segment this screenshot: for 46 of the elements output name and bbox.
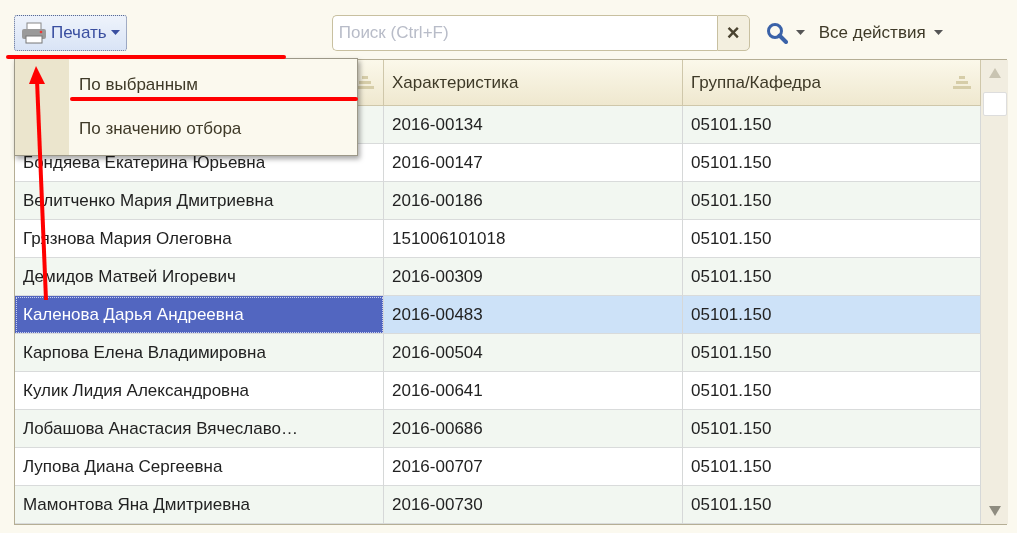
caret-icon: [933, 30, 943, 35]
table-cell: 05101.150: [683, 182, 981, 220]
table-cell: 2016-00641: [384, 372, 683, 410]
table-cell: Лупова Диана Сергеевна: [15, 448, 384, 486]
table-cell: 2016-00686: [384, 410, 683, 448]
table-cell: 05101.150: [683, 448, 981, 486]
column-header[interactable]: Группа/Кафедра: [683, 60, 981, 106]
table-cell: 2016-00504: [384, 334, 683, 372]
table-cell: 2016-00134: [384, 106, 683, 144]
table-cell: 05101.150: [683, 410, 981, 448]
sort-icon: [952, 75, 972, 90]
table-cell: 05101.150: [683, 486, 981, 524]
table-cell: 05101.150: [683, 372, 981, 410]
table-cell: 05101.150: [683, 334, 981, 372]
table-cell: 2016-00309: [384, 258, 683, 296]
print-button[interactable]: Печать: [14, 14, 127, 51]
table-cell: 2016-00707: [384, 448, 683, 486]
table-cell: 151006101018: [384, 220, 683, 258]
menu-item[interactable]: По выбранным: [15, 63, 357, 107]
scrollbar-thumb[interactable]: [982, 92, 1007, 116]
table-cell: 05101.150: [683, 258, 981, 296]
table-cell: Кулик Лидия Александровна: [15, 372, 384, 410]
scrollbar[interactable]: [981, 60, 1008, 524]
table-cell: 2016-00730: [384, 486, 683, 524]
table-cell: 05101.150: [683, 220, 981, 258]
table-cell: 2016-00147: [384, 144, 683, 182]
printer-icon: [21, 21, 47, 44]
search-icon: [765, 21, 788, 44]
table-cell: Лобашова Анастасия Вячеславо…: [15, 410, 384, 448]
sort-icon: [355, 75, 375, 90]
table-cell: Каленова Дарья Андреевна: [15, 296, 384, 334]
column-header[interactable]: Характеристика: [384, 60, 683, 106]
search-field[interactable]: Поиск (Ctrl+F): [331, 14, 717, 51]
all-actions-button[interactable]: Все действия: [818, 22, 943, 43]
caret-icon: [110, 30, 120, 35]
caret-icon: [795, 30, 805, 35]
table-cell: 05101.150: [683, 144, 981, 182]
table-cell: 05101.150: [683, 296, 981, 334]
scroll-down-icon: [988, 506, 1001, 516]
table-cell: 2016-00186: [384, 182, 683, 220]
table-cell: Мамонтова Яна Дмитриевна: [15, 486, 384, 524]
scroll-up-icon: [988, 68, 1001, 78]
table-cell: Карпова Елена Владимировна: [15, 334, 384, 372]
table-cell: 05101.150: [683, 106, 981, 144]
table-cell: 2016-00483: [384, 296, 683, 334]
clear-button[interactable]: ×: [716, 14, 750, 51]
